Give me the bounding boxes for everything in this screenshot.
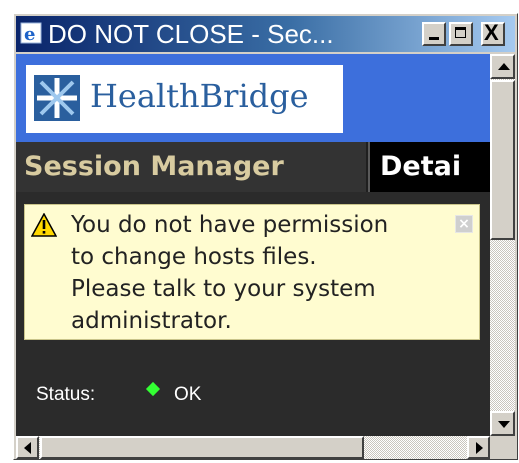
status-label: Status:: [36, 384, 96, 405]
scroll-up-button[interactable]: [490, 54, 515, 79]
alert-line: administrator.: [71, 308, 232, 334]
vertical-scroll-thumb[interactable]: [490, 80, 515, 240]
alert-line: You do not have permission: [71, 212, 389, 238]
maximize-button[interactable]: [449, 22, 473, 46]
logo: HealthBridge: [26, 65, 343, 133]
vertical-scrollbar[interactable]: [490, 54, 515, 436]
title-bar[interactable]: e DO NOT CLOSE - Sec... X: [16, 16, 515, 52]
arrow-left-icon: [24, 442, 31, 454]
scrollbar-corner: [490, 436, 515, 459]
brand-banner: HealthBridge: [16, 54, 490, 142]
scroll-right-button[interactable]: [467, 436, 490, 459]
alert-line: Please talk to your system: [71, 276, 376, 302]
arrow-up-icon: [498, 63, 510, 70]
svg-text:e: e: [24, 24, 35, 44]
arrow-right-icon: [476, 442, 483, 454]
tab-bar: Session Manager Detai: [16, 142, 490, 192]
horizontal-scrollbar[interactable]: [16, 436, 490, 459]
tab-session-manager[interactable]: Session Manager: [16, 142, 366, 192]
scroll-left-button[interactable]: [16, 436, 39, 459]
window-title: DO NOT CLOSE - Sec...: [48, 19, 334, 49]
minimize-button[interactable]: [422, 22, 446, 46]
scroll-down-button[interactable]: [490, 411, 515, 436]
clipped-content-line: [36, 426, 416, 436]
ie-browser-icon: e: [20, 22, 42, 44]
tab-details[interactable]: Detai: [368, 142, 490, 192]
page-content: HealthBridge Session Manager Detai You d…: [16, 54, 490, 436]
horizontal-scroll-thumb[interactable]: [40, 436, 364, 459]
maximize-icon: [455, 27, 466, 38]
permission-alert: You do not have permission to change hos…: [24, 204, 480, 340]
healthbridge-star-logo: [34, 75, 80, 121]
brand-name: HealthBridge: [90, 77, 309, 115]
close-icon: ×: [458, 216, 470, 232]
close-icon: X: [484, 20, 499, 45]
alert-line: to change hosts files.: [71, 244, 317, 270]
dismiss-alert-button[interactable]: ×: [455, 215, 473, 233]
status-value: OK: [174, 384, 202, 405]
close-button[interactable]: X: [481, 20, 505, 46]
minimize-icon: [429, 37, 439, 40]
arrow-down-icon: [498, 421, 510, 428]
warning-triangle-icon: [31, 213, 57, 237]
alert-message: You do not have permission to change hos…: [71, 209, 441, 337]
status-indicator-icon: [145, 381, 161, 397]
browser-window: e DO NOT CLOSE - Sec... X HealthBridge S…: [13, 13, 518, 460]
